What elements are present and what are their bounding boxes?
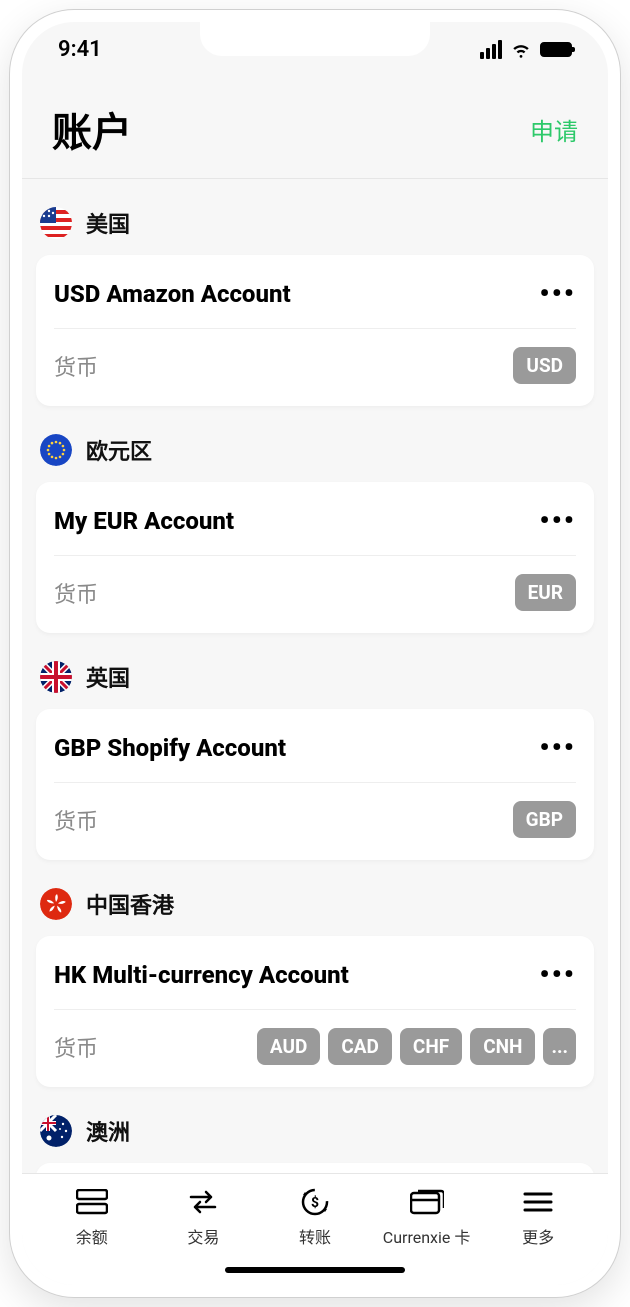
- region-section: 澳洲 AUD Account•••: [36, 1115, 594, 1173]
- currency-label: 货币: [54, 804, 98, 836]
- tab-label: Currenxie 卡: [383, 1224, 471, 1248]
- accounts-list[interactable]: 美国 USD Amazon Account ••• 货币 USD 欧元区 My EUR Ac…: [22, 179, 608, 1173]
- region-section: 中国香港 HK Multi-currency Account ••• 货币 AUDCAD…: [36, 888, 594, 1087]
- region-name: 澳洲: [86, 1115, 130, 1147]
- region-name: 美国: [86, 207, 130, 239]
- account-more-button[interactable]: •••: [539, 504, 576, 537]
- region-header: 欧元区: [36, 434, 594, 482]
- region-header: 澳洲: [36, 1115, 594, 1163]
- currency-badge: USD: [513, 347, 576, 384]
- currency-badge: CHF: [400, 1028, 462, 1065]
- currency-badges: EUR: [515, 574, 576, 611]
- tab-label: 交易: [187, 1224, 219, 1248]
- wifi-icon: [510, 38, 532, 60]
- account-card[interactable]: AUD Account•••: [36, 1163, 594, 1173]
- currency-badge: CAD: [328, 1028, 392, 1065]
- region-header: 中国香港: [36, 888, 594, 936]
- svg-text:$: $: [311, 1194, 319, 1211]
- balance-icon: [75, 1188, 109, 1216]
- account-more-button[interactable]: •••: [539, 277, 576, 310]
- tab-label: 余额: [76, 1224, 108, 1248]
- tab-label: 转账: [299, 1224, 331, 1248]
- flag-uk-icon: [40, 661, 72, 693]
- currency-label: 货币: [54, 350, 98, 382]
- account-name: USD Amazon Account: [54, 280, 291, 308]
- currency-badges: GBP: [513, 801, 576, 838]
- region-name: 中国香港: [86, 888, 174, 920]
- flag-hk-icon: [40, 888, 72, 920]
- region-section: 英国 GBP Shopify Account ••• 货币 GBP: [36, 661, 594, 860]
- tab-balance[interactable]: 余额: [42, 1188, 142, 1248]
- notch: [200, 20, 430, 56]
- currency-label: 货币: [54, 577, 98, 609]
- region-section: 欧元区 My EUR Account ••• 货币 EUR: [36, 434, 594, 633]
- tab-more[interactable]: 更多: [488, 1188, 588, 1248]
- account-card[interactable]: GBP Shopify Account ••• 货币 GBP: [36, 709, 594, 860]
- region-header: 英国: [36, 661, 594, 709]
- account-more-button[interactable]: •••: [539, 731, 576, 764]
- currency-badge: CNH: [470, 1028, 535, 1065]
- home-indicator[interactable]: [225, 1267, 405, 1273]
- transfer-icon: $: [298, 1188, 332, 1216]
- currency-badges: AUDCADCHFCNH...: [257, 1028, 576, 1065]
- region-name: 英国: [86, 661, 130, 693]
- page-header: 账户 申请: [22, 76, 608, 179]
- account-card[interactable]: HK Multi-currency Account ••• 货币 AUDCADCHFC…: [36, 936, 594, 1087]
- phone-frame: 9:41 账户 申请 美国 USD Amazon Account ••• 货币 USD 欧…: [10, 10, 620, 1297]
- account-card[interactable]: USD Amazon Account ••• 货币 USD: [36, 255, 594, 406]
- flag-au-icon: [40, 1115, 72, 1147]
- tab-transactions[interactable]: 交易: [153, 1188, 253, 1248]
- more-icon: [521, 1188, 555, 1216]
- flag-us-icon: [40, 207, 72, 239]
- cellular-icon: [480, 40, 502, 59]
- currency-badge: AUD: [257, 1028, 320, 1065]
- currency-overflow[interactable]: ...: [543, 1028, 576, 1065]
- apply-button[interactable]: 申请: [530, 112, 578, 147]
- status-indicators: [480, 38, 572, 60]
- region-name: 欧元区: [86, 434, 152, 466]
- region-header: 美国: [36, 207, 594, 255]
- tab-card[interactable]: Currenxie 卡: [377, 1188, 477, 1248]
- account-name: GBP Shopify Account: [54, 734, 286, 762]
- account-card[interactable]: My EUR Account ••• 货币 EUR: [36, 482, 594, 633]
- currency-badge: GBP: [513, 801, 576, 838]
- tab-label: 更多: [522, 1224, 554, 1248]
- page-title: 账户: [52, 100, 132, 158]
- tab-transfer[interactable]: $ 转账: [265, 1188, 365, 1248]
- region-section: 美国 USD Amazon Account ••• 货币 USD: [36, 207, 594, 406]
- flag-eu-icon: [40, 434, 72, 466]
- account-more-button[interactable]: •••: [539, 958, 576, 991]
- battery-icon: [540, 42, 572, 57]
- currency-label: 货币: [54, 1031, 98, 1063]
- currency-badges: USD: [513, 347, 576, 384]
- account-name: HK Multi-currency Account: [54, 961, 349, 989]
- status-time: 9:41: [58, 37, 102, 62]
- transactions-icon: [186, 1188, 220, 1216]
- card-icon: [410, 1188, 444, 1216]
- account-name: My EUR Account: [54, 507, 234, 535]
- currency-badge: EUR: [515, 574, 576, 611]
